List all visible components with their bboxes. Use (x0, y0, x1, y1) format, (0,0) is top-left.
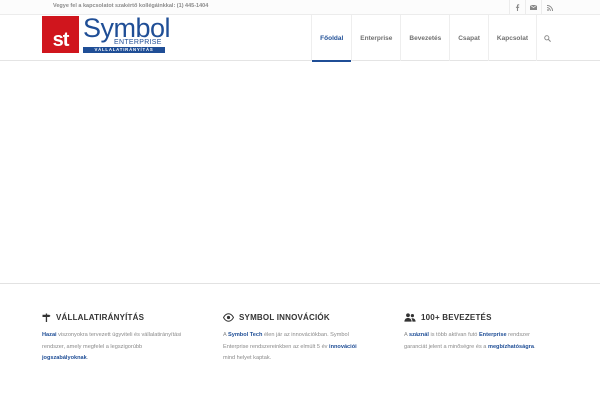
mail-icon[interactable] (525, 0, 541, 15)
feature-text: Hazai viszonyokra tervezett ügyviteli és… (42, 330, 182, 365)
contact-text: Vegye fel a kapcsolatot szakértő kollégá… (53, 3, 209, 9)
feature-vallalatiranyitas: VÁLLALATIRÁNYÍTÁS Hazai viszonyokra terv… (42, 311, 182, 365)
feature-innovaciok: SYMBOL INNOVÁCIÓK A Symbol Tech élen jár… (223, 311, 363, 365)
feature-title: SYMBOL INNOVÁCIÓK (239, 312, 330, 322)
highlight-text: innovációi (329, 343, 357, 350)
feature-text: A Symbol Tech élen jár az innovációkban.… (223, 330, 363, 365)
eye-icon (223, 312, 234, 322)
logo-band: VÁLLALATIRÁNYÍTÁS (83, 47, 165, 53)
site-logo[interactable]: st Symbol ENTERPRISE VÁLLALATIRÁNYÍTÁS (42, 15, 171, 54)
logo-mark: st (42, 16, 79, 53)
feature-bevezetes: 100+ BEVEZETÉS A száznál is több aktívan… (404, 311, 544, 353)
highlight-text: jogszabályoknak (42, 355, 87, 361)
site-header: st Symbol ENTERPRISE VÁLLALATIRÁNYÍTÁS F… (0, 15, 600, 62)
highlight-text: megbízhatóságra (487, 343, 534, 350)
logo-word: Symbol (83, 13, 171, 43)
main-nav: Főoldal Enterprise Bevezetés Csapat Kapc… (311, 15, 558, 62)
facebook-icon[interactable] (509, 0, 525, 15)
features-section: VÁLLALATIRÁNYÍTÁS Hazai viszonyokra terv… (0, 285, 600, 400)
rss-icon[interactable] (541, 0, 557, 15)
nav-item-enterprise[interactable]: Enterprise (351, 15, 400, 61)
body-text: is több aktívan futó (428, 332, 479, 338)
feature-title: 100+ BEVEZETÉS (421, 312, 492, 322)
highlight-text: száznál (408, 332, 429, 338)
highlight-text: Symbol Tech (227, 332, 263, 338)
search-icon[interactable] (536, 15, 558, 61)
body-text: . (86, 355, 89, 361)
body-text: viszonyokra tervezett ügyviteli és válla… (42, 332, 182, 350)
nav-item-fooldal[interactable]: Főoldal (311, 15, 352, 62)
feature-text: A száznál is több aktívan futó Enterpris… (404, 330, 544, 353)
highlight-text: Enterprise (478, 332, 507, 338)
body-text: mind helyet kaptak. (223, 355, 272, 361)
hero-slider (0, 62, 600, 284)
feature-title: VÁLLALATIRÁNYÍTÁS (56, 312, 145, 322)
users-icon (404, 312, 416, 322)
signpost-icon (42, 313, 51, 322)
logo-sub: ENTERPRISE (114, 39, 162, 46)
social-links (509, 0, 557, 15)
body-text: . (533, 343, 536, 350)
nav-item-bevezetes[interactable]: Bevezetés (400, 15, 449, 61)
nav-item-csapat[interactable]: Csapat (449, 15, 488, 61)
nav-item-kapcsolat[interactable]: Kapcsolat (487, 15, 536, 61)
highlight-text: Hazai (42, 332, 57, 338)
